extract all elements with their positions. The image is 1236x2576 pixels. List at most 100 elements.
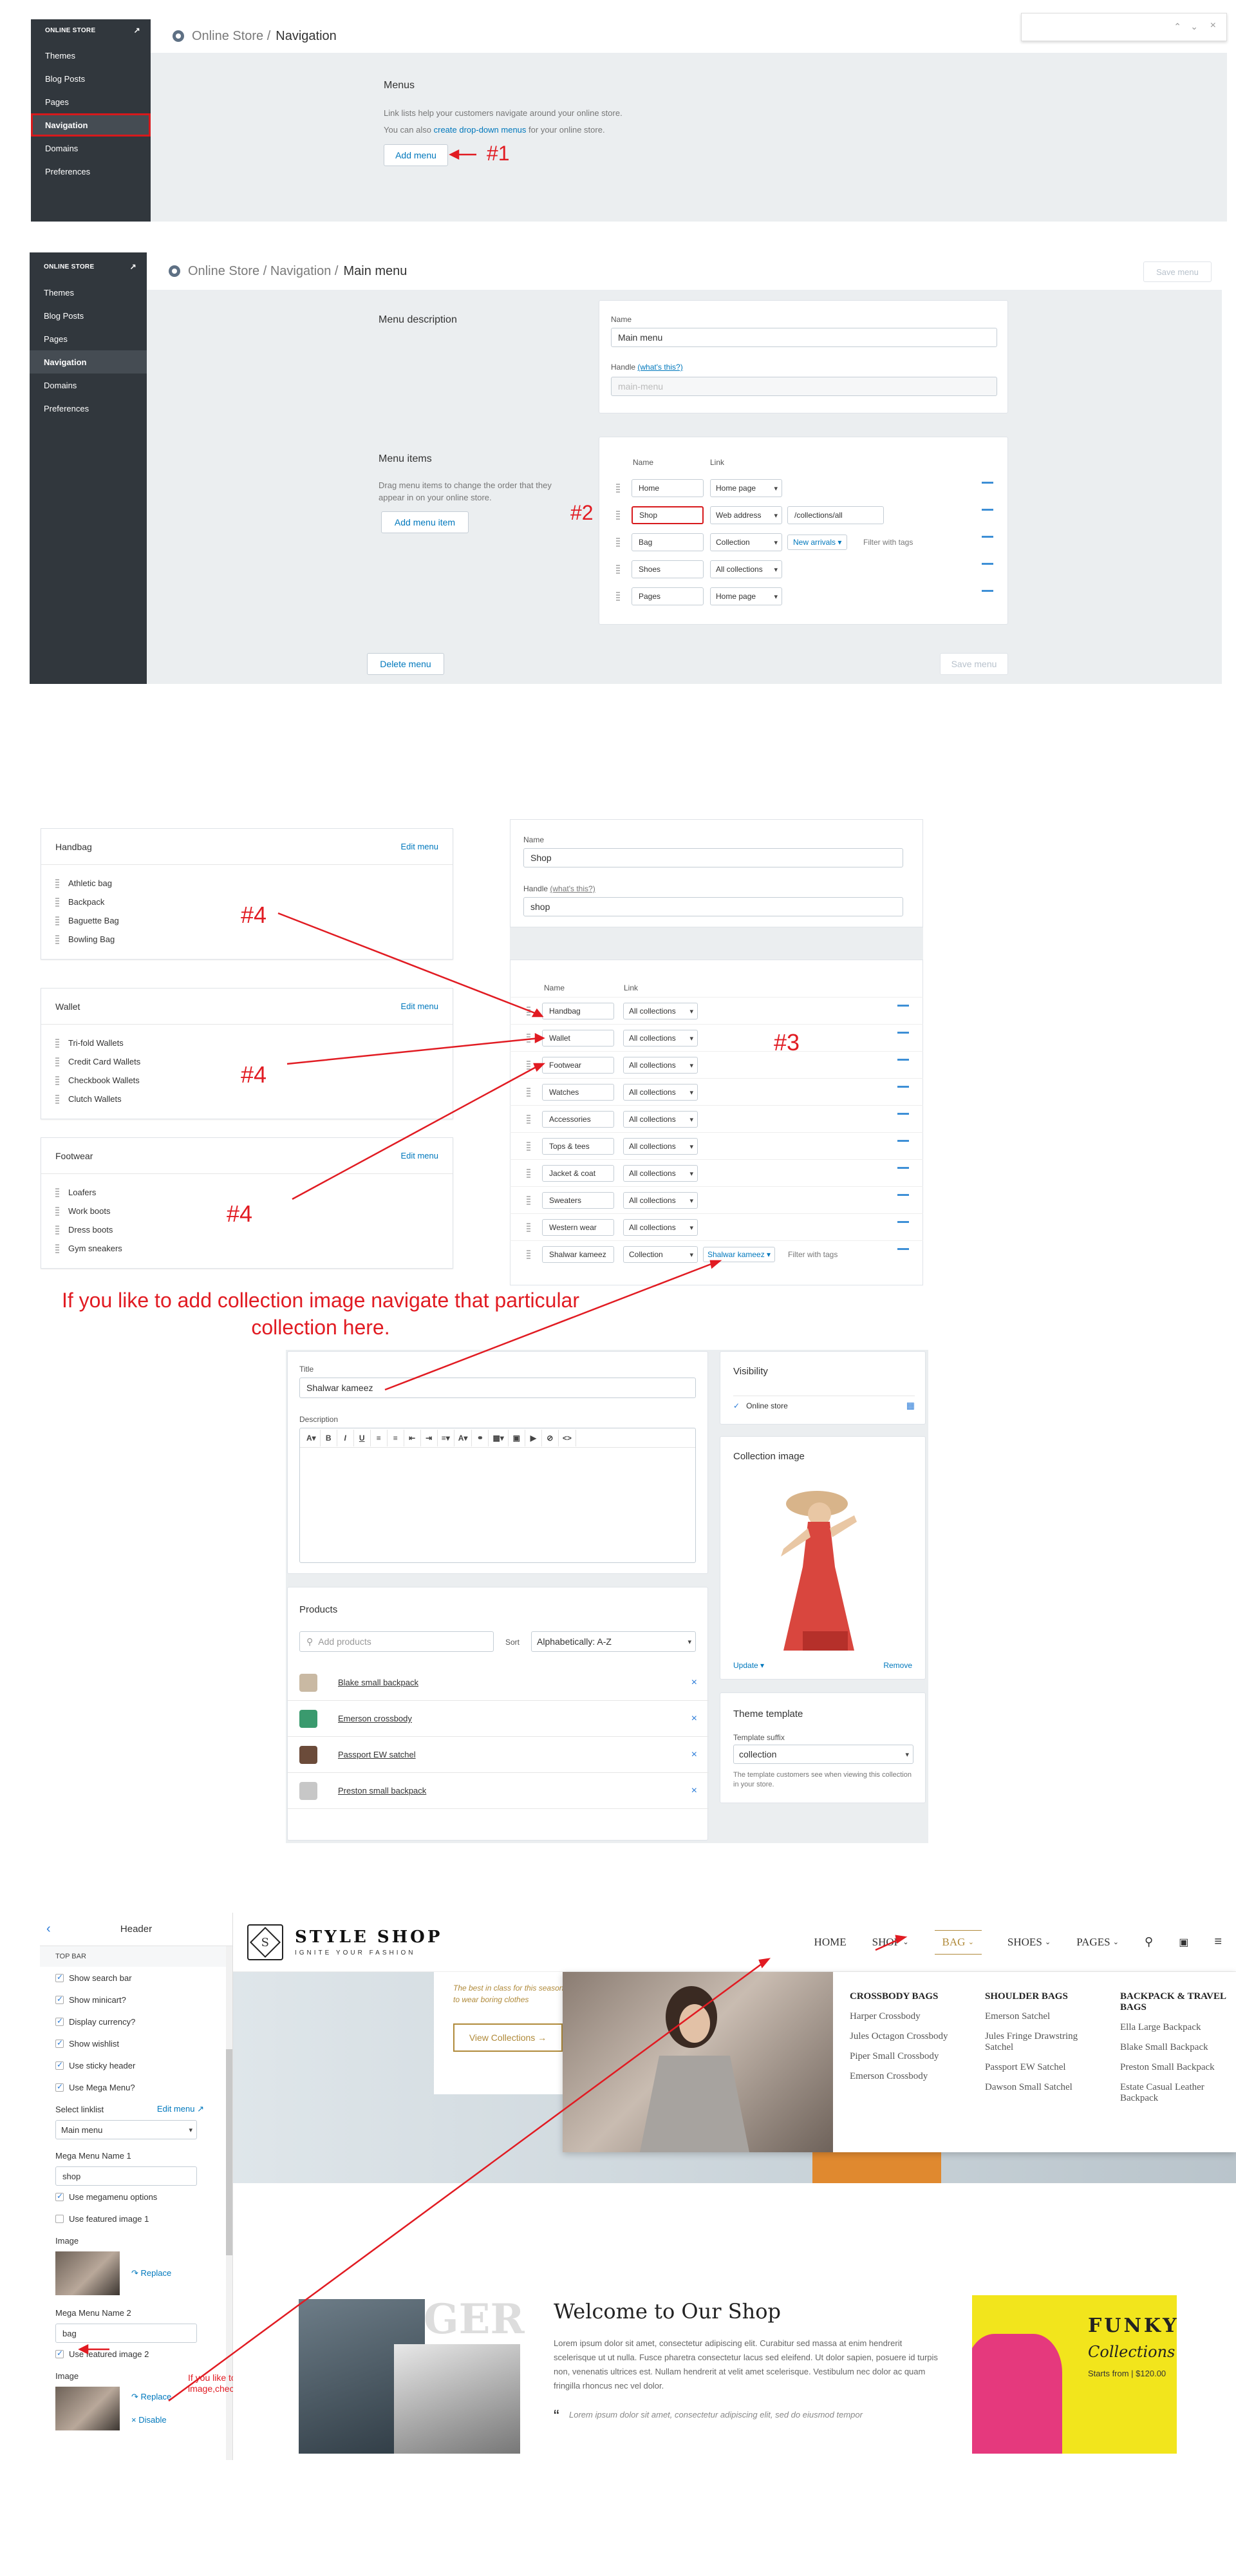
menu-item-link-select[interactable]: Home page xyxy=(710,479,782,497)
image-icon[interactable]: ▣ xyxy=(509,1429,525,1446)
megamenu-option-checkbox[interactable] xyxy=(55,2214,64,2223)
mega-menu-link[interactable]: Dawson Small Satchel xyxy=(985,2082,1094,2093)
setting-checkbox[interactable] xyxy=(55,2038,64,2048)
whats-this-link[interactable]: (what's this?) xyxy=(637,363,682,372)
drag-handle-icon[interactable] xyxy=(55,1188,59,1197)
menu-item-link-select[interactable]: Web address xyxy=(710,506,782,524)
mega-menu-column-title[interactable]: SHOULDER BAGS xyxy=(985,1991,1094,2002)
mega-menu-link[interactable]: Preston Small Backpack xyxy=(1120,2062,1230,2073)
edit-menu-link[interactable]: Edit menu xyxy=(400,1151,438,1160)
code-icon[interactable]: <> xyxy=(559,1429,576,1446)
drag-handle-icon[interactable] xyxy=(55,1057,59,1066)
shop-item-link-select[interactable]: All collections xyxy=(623,1219,698,1236)
setting-checkbox[interactable] xyxy=(55,1994,64,2004)
sidebar-item-preferences[interactable]: Preferences xyxy=(30,397,147,420)
sidebar-item-blog-posts[interactable]: Blog Posts xyxy=(31,67,151,90)
drag-handle-icon[interactable] xyxy=(616,538,620,547)
shop-item-name-input[interactable]: Watches xyxy=(542,1084,614,1101)
remove-product-icon[interactable]: × xyxy=(691,1677,697,1689)
drag-handle-icon[interactable] xyxy=(55,1038,59,1048)
shop-item-link-select[interactable]: All collections xyxy=(623,1111,698,1128)
nav-home[interactable]: HOME xyxy=(814,1936,847,1949)
drag-handle-icon[interactable] xyxy=(527,1196,530,1205)
sidebar-item-blog-posts[interactable]: Blog Posts xyxy=(30,304,147,327)
text-color-icon[interactable]: A▾ xyxy=(454,1429,473,1446)
shop-item-name-input[interactable]: Tops & tees xyxy=(542,1138,614,1155)
drag-handle-icon[interactable] xyxy=(527,1007,530,1016)
remove-product-icon[interactable]: × xyxy=(691,1785,697,1797)
sidebar-item-themes[interactable]: Themes xyxy=(31,44,151,67)
cart-icon[interactable]: ▣ xyxy=(1179,1936,1188,1949)
setting-checkbox[interactable] xyxy=(55,2016,64,2026)
menu-item-name-input[interactable]: Home xyxy=(632,479,704,497)
video-icon[interactable]: ▶ xyxy=(525,1429,542,1446)
external-link-icon[interactable]: ↗ xyxy=(130,262,136,271)
megamenu-option-checkbox[interactable] xyxy=(55,2192,64,2201)
drag-handle-icon[interactable] xyxy=(55,1244,59,1253)
menu-handle-input[interactable]: main-menu xyxy=(611,377,997,396)
mega-menu-link[interactable]: Ella Large Backpack xyxy=(1120,2022,1230,2033)
mega-menu-column-title[interactable]: CROSSBODY BAGS xyxy=(850,1991,959,2002)
font-icon[interactable]: A▾ xyxy=(303,1429,321,1446)
link-icon[interactable]: ⚭ xyxy=(472,1429,489,1446)
shop-item-name-input[interactable]: Footwear xyxy=(542,1057,614,1074)
product-link[interactable]: Passport EW satchel xyxy=(338,1750,416,1759)
view-collections-button[interactable]: View Collections → xyxy=(453,2023,563,2052)
drag-handle-icon[interactable] xyxy=(527,1034,530,1043)
mega-menu-link[interactable]: Harper Crossbody xyxy=(850,2011,959,2022)
mega-menu-name-2-input[interactable]: bag xyxy=(55,2324,197,2343)
back-chevron-icon[interactable]: ‹ xyxy=(46,1922,51,1937)
mega-menu-link[interactable]: Blake Small Backpack xyxy=(1120,2042,1230,2053)
menu-item-name-input[interactable]: Shop xyxy=(632,506,704,524)
sidebar-item-pages[interactable]: Pages xyxy=(31,90,151,113)
replace-image-1[interactable]: ↷ Replace xyxy=(131,2268,171,2278)
italic-icon[interactable]: I xyxy=(337,1429,354,1446)
drag-handle-icon[interactable] xyxy=(55,897,59,907)
collection-image[interactable] xyxy=(758,1477,890,1656)
drag-handle-icon[interactable] xyxy=(527,1250,530,1259)
create-dropdown-link[interactable]: create drop-down menus xyxy=(434,125,527,135)
drag-handle-icon[interactable] xyxy=(616,592,620,601)
rich-text-editor[interactable]: A▾ B I U ≡ ≡ ⇤ ⇥ ≡▾ A▾ ⚭ ▦▾ ▣ ▶ ⊘ <> xyxy=(299,1428,696,1563)
remove-image-link[interactable]: Remove xyxy=(883,1661,912,1670)
sidebar-item-preferences[interactable]: Preferences xyxy=(31,160,151,183)
drag-handle-icon[interactable] xyxy=(55,1075,59,1085)
shop-item-name-input[interactable]: Accessories xyxy=(542,1111,614,1128)
align-icon[interactable]: ≡▾ xyxy=(438,1429,454,1446)
mega-menu-link[interactable]: Emerson Satchel xyxy=(985,2011,1094,2022)
linklist-select[interactable]: Main menu xyxy=(55,2120,197,2139)
shop-item-link-select[interactable]: All collections xyxy=(623,1030,698,1046)
clear-format-icon[interactable]: ⊘ xyxy=(542,1429,559,1446)
drag-handle-icon[interactable] xyxy=(616,511,620,520)
numbered-list-icon[interactable]: ≡ xyxy=(388,1429,404,1446)
shop-item-name-input[interactable]: Jacket & coat xyxy=(542,1165,614,1182)
mega-menu-link[interactable]: Jules Fringe Drawstring Satchel xyxy=(985,2031,1094,2053)
close-icon[interactable]: × xyxy=(1210,20,1216,32)
promo-banner[interactable]: FUNKY Collections Starts from | $120.00 xyxy=(972,2295,1177,2454)
mega-menu-column-title[interactable]: BACKPACK & TRAVEL BAGS xyxy=(1120,1991,1230,2013)
mega-menu-name-1-input[interactable]: shop xyxy=(55,2166,197,2186)
disable-image-2[interactable]: × Disable xyxy=(131,2409,171,2432)
shop-item-link-select[interactable]: Collection xyxy=(623,1246,698,1263)
search-icon[interactable]: ⚲ xyxy=(1145,1935,1153,1949)
nav-shoes[interactable]: SHOES ⌄ xyxy=(1007,1936,1051,1949)
use-featured-image-2-checkbox[interactable] xyxy=(55,2349,64,2358)
chevron-down-icon[interactable]: ⌄ xyxy=(1190,21,1198,32)
add-menu-item-button[interactable]: Add menu item xyxy=(381,511,469,533)
sidebar-item-navigation[interactable]: Navigation xyxy=(31,113,151,137)
external-link-icon[interactable]: ↗ xyxy=(134,26,140,35)
mega-menu-link[interactable]: Emerson Crossbody xyxy=(850,2071,959,2082)
bold-icon[interactable]: B xyxy=(321,1429,337,1446)
sort-select[interactable]: Alphabetically: A-Z xyxy=(531,1631,696,1652)
save-menu-button-top[interactable]: Save menu xyxy=(1143,261,1212,282)
menu-item-link-select[interactable]: Home page xyxy=(710,587,782,605)
breadcrumb-parent[interactable]: Online Store / Navigation / xyxy=(188,264,338,279)
update-image-link[interactable]: Update ▾ xyxy=(733,1661,764,1670)
shop-item-link-select[interactable]: All collections xyxy=(623,1192,698,1209)
collection-select[interactable]: New arrivals ▾ xyxy=(787,535,848,550)
calendar-icon[interactable]: ▦ xyxy=(906,1400,915,1411)
drag-handle-icon[interactable] xyxy=(55,1206,59,1216)
menu-item-name-input[interactable]: Pages xyxy=(632,587,704,605)
nav-bag[interactable]: BAG ⌄ xyxy=(934,1929,982,1955)
drag-handle-icon[interactable] xyxy=(527,1142,530,1151)
